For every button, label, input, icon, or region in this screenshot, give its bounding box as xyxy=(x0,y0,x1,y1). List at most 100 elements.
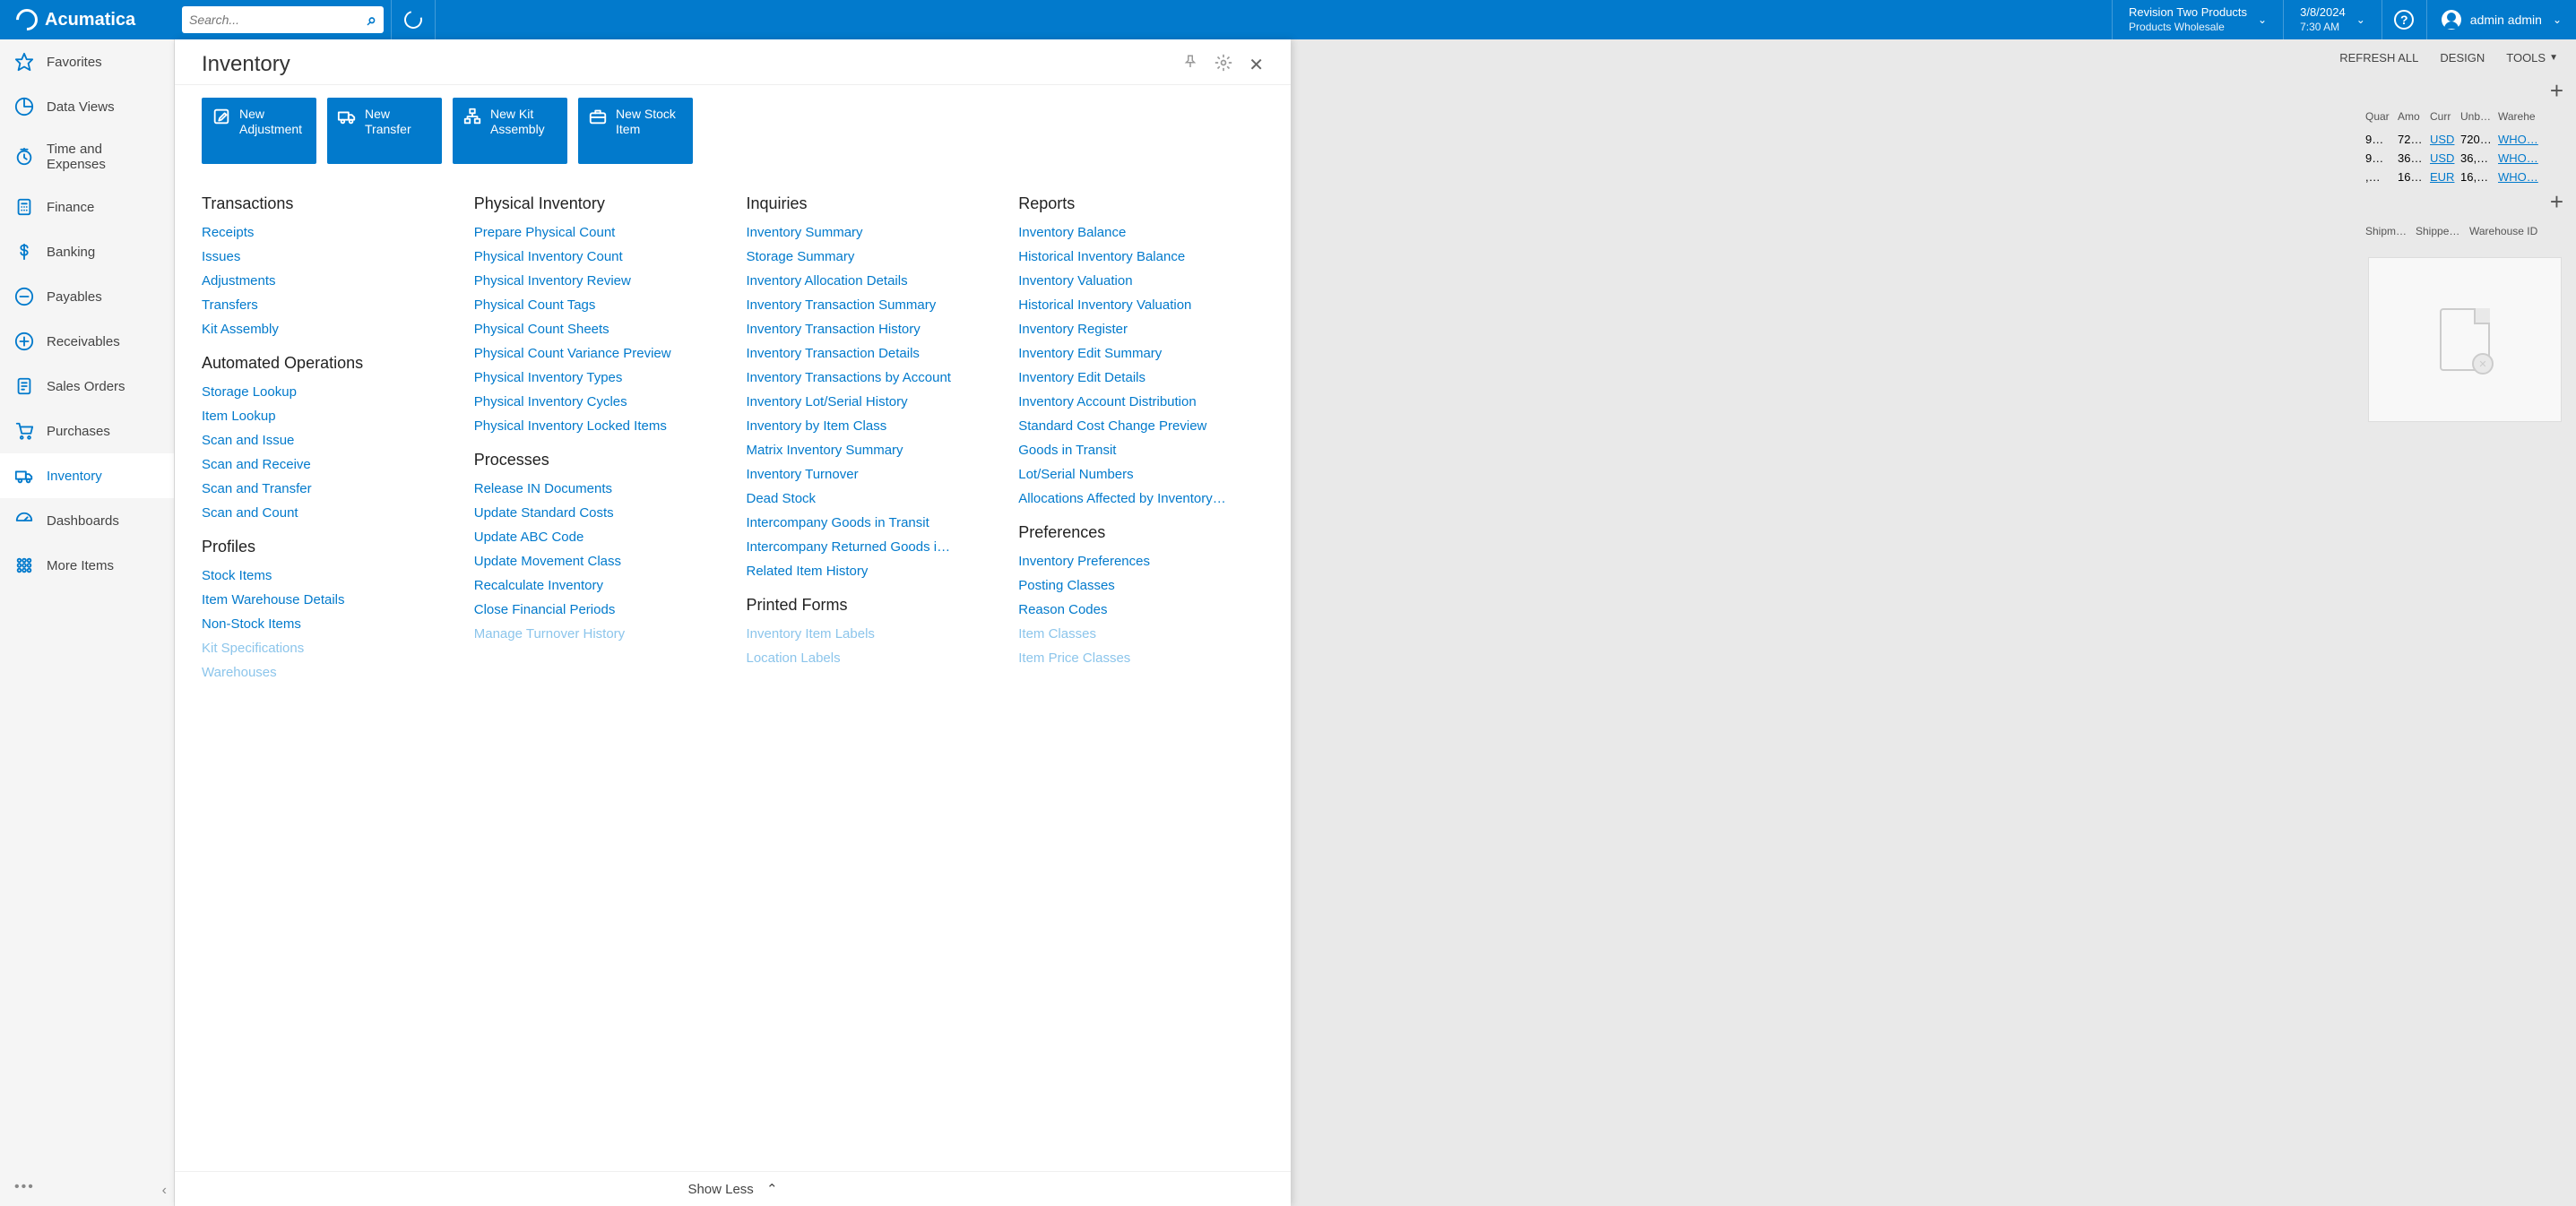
menu-link[interactable]: Posting Classes xyxy=(1018,573,1264,598)
nav-item-data-views[interactable]: Data Views xyxy=(0,84,174,129)
menu-link[interactable]: Inventory Balance xyxy=(1018,220,1264,245)
menu-link[interactable]: Stock Items xyxy=(202,564,447,588)
menu-link[interactable]: Physical Inventory Count xyxy=(474,245,720,269)
menu-link[interactable]: Historical Inventory Balance xyxy=(1018,245,1264,269)
timer-button[interactable] xyxy=(391,0,436,39)
menu-link[interactable]: Inventory Transaction History xyxy=(747,317,992,341)
menu-link[interactable]: Update Movement Class xyxy=(474,549,720,573)
menu-link[interactable]: Item Price Classes xyxy=(1018,646,1264,670)
nav-item-banking[interactable]: Banking xyxy=(0,229,174,274)
add-widget-button[interactable]: + xyxy=(2361,186,2569,218)
column-header[interactable]: Curr xyxy=(2427,110,2458,123)
nav-item-inventory[interactable]: Inventory xyxy=(0,453,174,498)
search-box[interactable]: ⌕ xyxy=(182,6,384,33)
menu-link[interactable]: Physical Count Tags xyxy=(474,293,720,317)
menu-link[interactable]: Scan and Count xyxy=(202,501,447,525)
nav-item-favorites[interactable]: Favorites xyxy=(0,39,174,84)
tile-new-stock-item[interactable]: New Stock Item xyxy=(578,98,693,164)
nav-item-purchases[interactable]: Purchases xyxy=(0,409,174,453)
pin-icon[interactable] xyxy=(1182,54,1198,76)
column-header[interactable]: Shipme Date xyxy=(2363,225,2413,237)
column-header[interactable]: Shipped Quantity xyxy=(2413,225,2467,237)
menu-link[interactable]: Physical Inventory Cycles xyxy=(474,390,720,414)
column-header[interactable]: Warehouse ID xyxy=(2467,225,2547,237)
menu-link[interactable]: Inventory Allocation Details xyxy=(747,269,992,293)
column-header[interactable]: Warehe xyxy=(2495,110,2547,123)
nav-item-payables[interactable]: Payables xyxy=(0,274,174,319)
menu-link[interactable]: Physical Count Sheets xyxy=(474,317,720,341)
menu-link[interactable]: Warehouses xyxy=(202,660,447,685)
column-header[interactable]: Unbi Amo xyxy=(2458,110,2495,123)
menu-link[interactable]: Storage Lookup xyxy=(202,380,447,404)
nav-item-more-items[interactable]: More Items xyxy=(0,543,174,588)
menu-link[interactable]: Physical Count Variance Preview xyxy=(474,341,720,366)
menu-link[interactable]: Non-Stock Items xyxy=(202,612,447,636)
column-header[interactable]: Amo xyxy=(2395,110,2427,123)
menu-link[interactable]: Location Labels xyxy=(747,646,992,670)
menu-link[interactable]: Physical Inventory Review xyxy=(474,269,720,293)
menu-link[interactable]: Historical Inventory Valuation xyxy=(1018,293,1264,317)
menu-link[interactable]: Adjustments xyxy=(202,269,447,293)
menu-link[interactable]: Inventory Preferences xyxy=(1018,549,1264,573)
menu-link[interactable]: Update ABC Code xyxy=(474,525,720,549)
menu-link[interactable]: Inventory Transactions by Account xyxy=(747,366,992,390)
menu-link[interactable]: Standard Cost Change Preview xyxy=(1018,414,1264,438)
menu-link[interactable]: Inventory Account Distribution xyxy=(1018,390,1264,414)
collapse-nav-button[interactable]: ‹ xyxy=(162,1183,167,1199)
menu-link[interactable]: Inventory Valuation xyxy=(1018,269,1264,293)
menu-link[interactable]: Inventory Register xyxy=(1018,317,1264,341)
menu-link[interactable]: Inventory Transaction Details xyxy=(747,341,992,366)
menu-link[interactable]: Update Standard Costs xyxy=(474,501,720,525)
menu-link[interactable]: Reason Codes xyxy=(1018,598,1264,622)
menu-link[interactable]: Inventory Edit Summary xyxy=(1018,341,1264,366)
menu-link[interactable]: Inventory Item Labels xyxy=(747,622,992,646)
menu-link[interactable]: Related Item History xyxy=(747,559,992,583)
table-row[interactable]: ,…16,…EUR16,…WHO… xyxy=(2361,168,2569,186)
refresh-all-button[interactable]: REFRESH ALL xyxy=(2339,51,2418,65)
menu-link[interactable]: Prepare Physical Count xyxy=(474,220,720,245)
menu-link[interactable]: Inventory Lot/Serial History xyxy=(747,390,992,414)
search-icon[interactable]: ⌕ xyxy=(367,11,376,30)
menu-link[interactable]: Intercompany Goods in Transit xyxy=(747,511,992,535)
nav-item-finance[interactable]: Finance xyxy=(0,185,174,229)
tools-menu[interactable]: TOOLS ▼ xyxy=(2506,51,2558,65)
menu-link[interactable]: Kit Specifications xyxy=(202,636,447,660)
menu-link[interactable]: Close Financial Periods xyxy=(474,598,720,622)
nav-item-time-and-expenses[interactable]: Time and Expenses xyxy=(0,129,174,185)
menu-link[interactable]: Item Classes xyxy=(1018,622,1264,646)
menu-link[interactable]: Allocations Affected by Inventory… xyxy=(1018,487,1264,511)
close-icon[interactable]: ✕ xyxy=(1249,54,1264,76)
menu-link[interactable]: Manage Turnover History xyxy=(474,622,720,646)
menu-link[interactable]: Inventory Summary xyxy=(747,220,992,245)
search-input[interactable] xyxy=(189,13,367,27)
menu-link[interactable]: Inventory Transaction Summary xyxy=(747,293,992,317)
menu-link[interactable]: Inventory Turnover xyxy=(747,462,992,487)
menu-link[interactable]: Dead Stock xyxy=(747,487,992,511)
brand-logo[interactable]: Acumatica xyxy=(0,0,175,39)
design-button[interactable]: DESIGN xyxy=(2440,51,2485,65)
menu-link[interactable]: Issues xyxy=(202,245,447,269)
menu-link[interactable]: Recalculate Inventory xyxy=(474,573,720,598)
menu-link[interactable]: Receipts xyxy=(202,220,447,245)
menu-link[interactable]: Storage Summary xyxy=(747,245,992,269)
menu-link[interactable]: Physical Inventory Locked Items xyxy=(474,414,720,438)
menu-link[interactable]: Inventory by Item Class xyxy=(747,414,992,438)
menu-link[interactable]: Scan and Issue xyxy=(202,428,447,452)
gear-icon[interactable] xyxy=(1215,54,1232,76)
tile-new-transfer[interactable]: New Transfer xyxy=(327,98,442,164)
menu-link[interactable]: Inventory Edit Details xyxy=(1018,366,1264,390)
column-header[interactable]: Quar xyxy=(2363,110,2395,123)
add-widget-button[interactable]: + xyxy=(2361,75,2569,107)
help-button[interactable]: ? xyxy=(2382,0,2426,39)
menu-link[interactable]: Transfers xyxy=(202,293,447,317)
nav-item-receivables[interactable]: Receivables xyxy=(0,319,174,364)
menu-link[interactable]: Kit Assembly xyxy=(202,317,447,341)
tile-new-kit-assembly[interactable]: New Kit Assembly xyxy=(453,98,567,164)
menu-link[interactable]: Intercompany Returned Goods i… xyxy=(747,535,992,559)
business-date[interactable]: 3/8/2024 7:30 AM ⌄ xyxy=(2283,0,2382,39)
menu-link[interactable]: Physical Inventory Types xyxy=(474,366,720,390)
menu-link[interactable]: Scan and Receive xyxy=(202,452,447,477)
table-row[interactable]: 9…36,…USD36,…WHO… xyxy=(2361,149,2569,168)
table-row[interactable]: 9…720…USD720…WHO… xyxy=(2361,130,2569,149)
menu-link[interactable]: Lot/Serial Numbers xyxy=(1018,462,1264,487)
